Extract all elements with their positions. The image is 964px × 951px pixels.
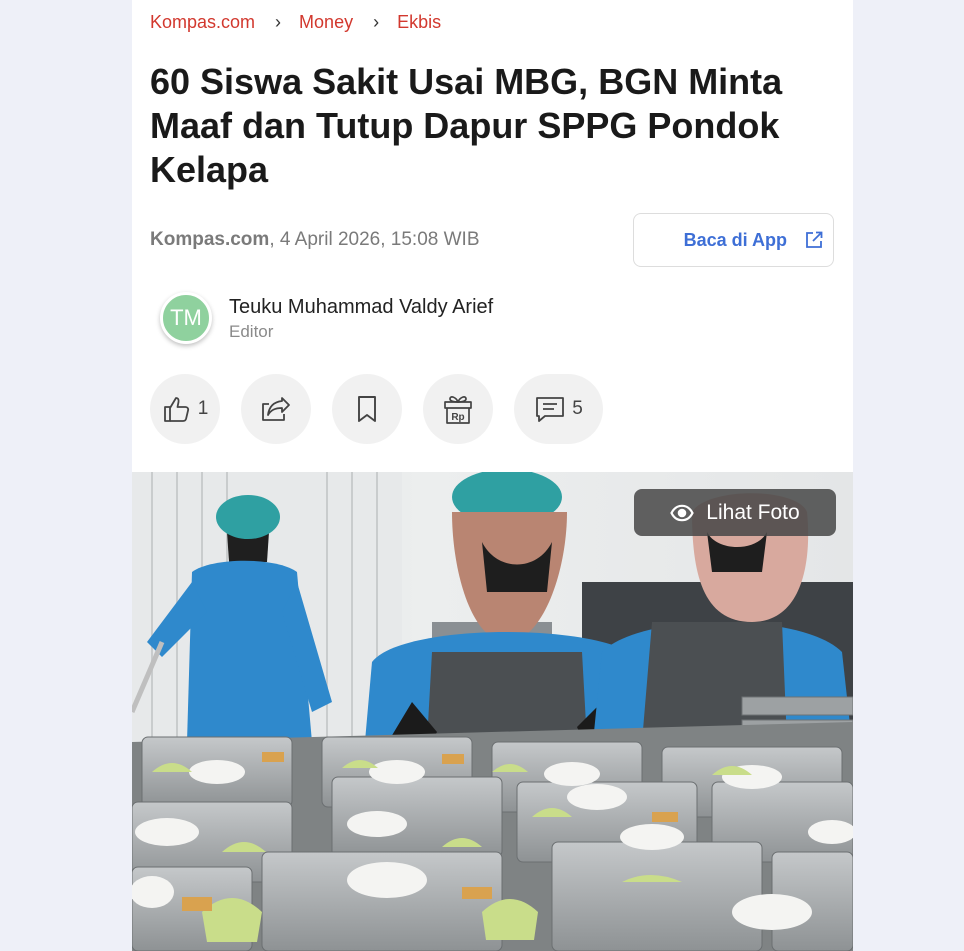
breadcrumb-separator: › — [373, 12, 380, 32]
svg-text:Rp: Rp — [451, 412, 464, 423]
article-photo[interactable] — [132, 472, 853, 951]
gift-button[interactable]: Rp — [423, 374, 493, 444]
breadcrumb-item-money[interactable]: Money — [299, 12, 353, 33]
gift-rp-icon: Rp — [441, 392, 475, 426]
breadcrumb-separator: › — [275, 12, 282, 32]
view-photo-button[interactable]: Lihat Foto — [634, 489, 836, 536]
like-count: 1 — [197, 398, 209, 419]
thumbs-up-icon — [162, 394, 192, 424]
view-photo-label: Lihat Foto — [706, 500, 800, 524]
article-title: 60 Siswa Sakit Usai MBG, BGN Minta Maaf … — [150, 61, 783, 190]
author-avatar[interactable]: TM — [160, 292, 212, 344]
eye-icon — [670, 504, 695, 522]
breadcrumb: Kompas.com › Money › Ekbis — [150, 12, 441, 33]
breadcrumb-item-kompas[interactable]: Kompas.com — [150, 12, 255, 33]
bookmark-button[interactable] — [332, 374, 402, 444]
article-page: Kompas.com › Money › Ekbis 60 Siswa Saki… — [132, 0, 853, 951]
share-button[interactable] — [241, 374, 311, 444]
author-name[interactable]: Teuku Muhammad Valdy Arief — [229, 296, 493, 319]
share-icon — [260, 394, 292, 424]
like-button[interactable]: 1 — [150, 374, 220, 444]
comment-count: 5 — [572, 398, 583, 419]
read-in-app-label: Baca di App — [683, 229, 787, 250]
read-in-app-button[interactable]: Baca di App — [633, 213, 834, 267]
author-role: Editor — [229, 322, 274, 341]
bookmark-icon — [354, 394, 380, 424]
external-link-icon — [805, 231, 823, 249]
article-date: , 4 April 2026, 15:08 WIB — [269, 229, 480, 250]
article-meta: Kompas.com, 4 April 2026, 15:08 WIB — [150, 229, 480, 251]
article-source[interactable]: Kompas.com — [150, 229, 269, 250]
comment-icon — [534, 394, 566, 424]
breadcrumb-item-ekbis[interactable]: Ekbis — [397, 12, 441, 33]
comment-button[interactable]: 5 — [514, 374, 603, 444]
